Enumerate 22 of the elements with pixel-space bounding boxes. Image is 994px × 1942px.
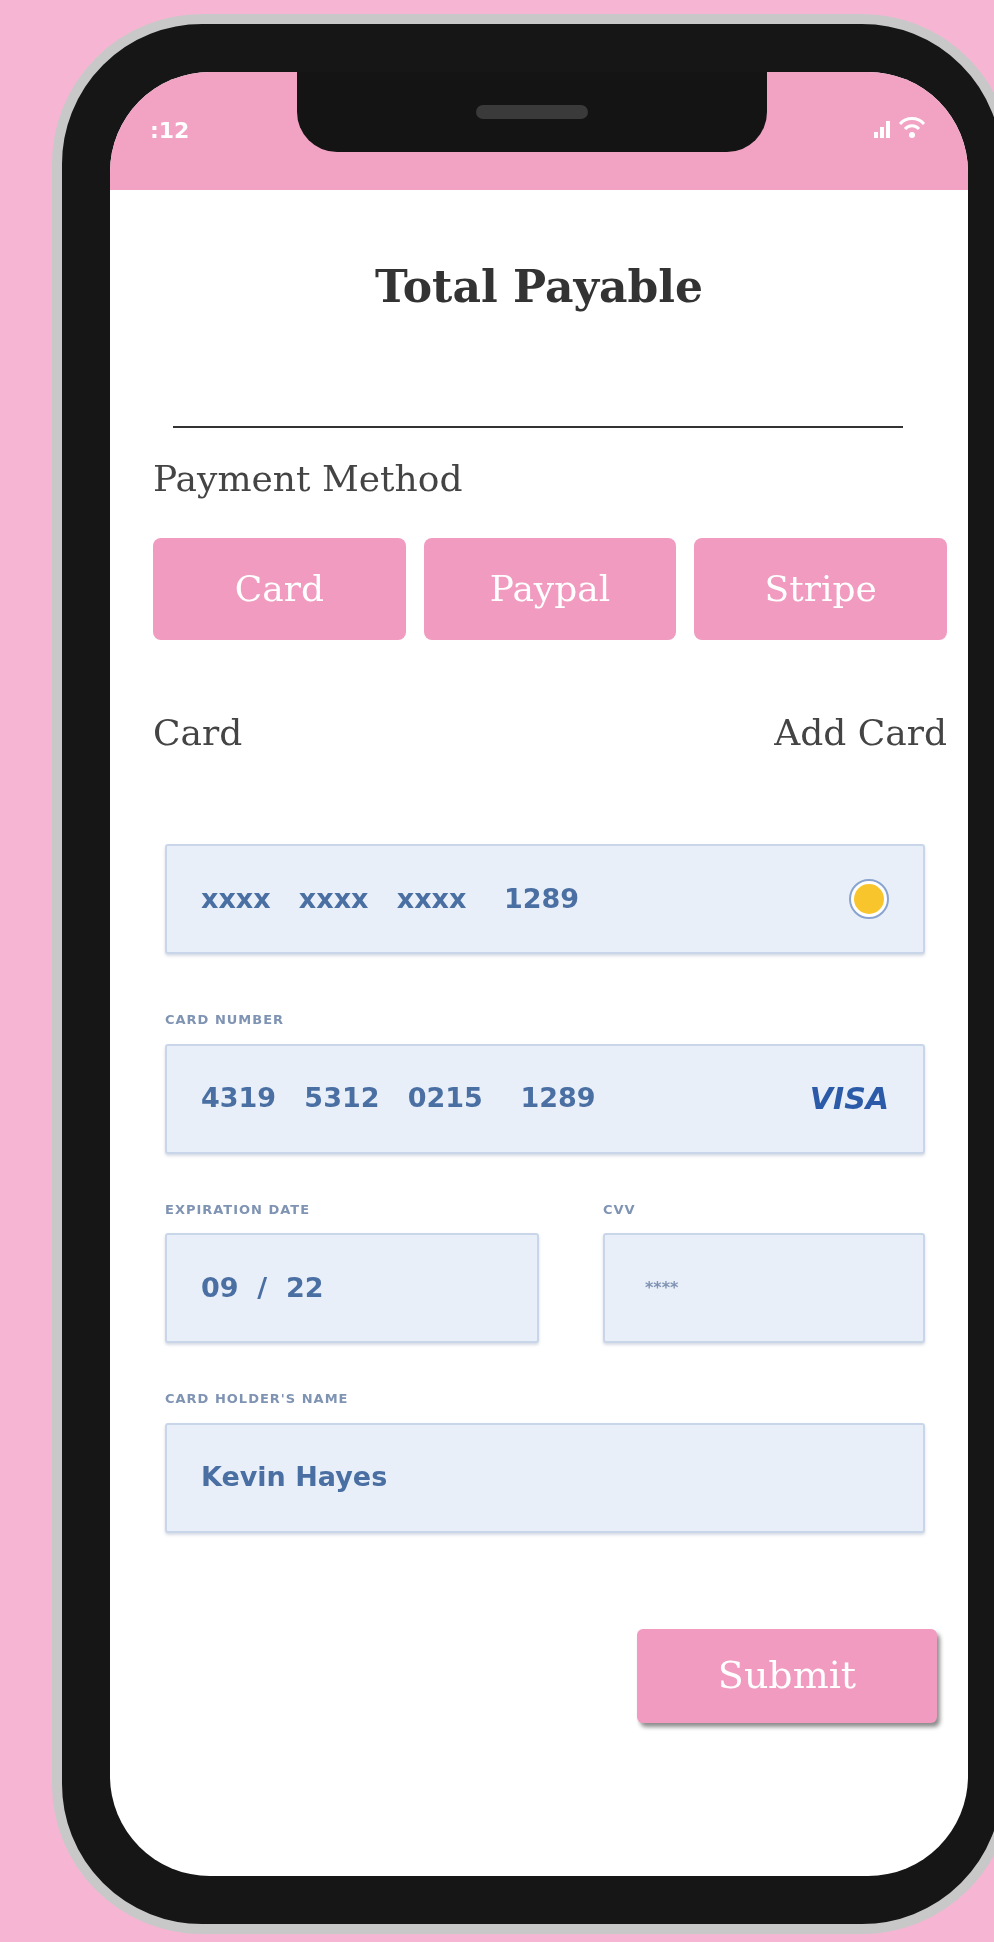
add-card-link[interactable]: Add Card [774, 706, 947, 760]
section-label: Card [153, 711, 243, 755]
field-value: **** [645, 1277, 679, 1299]
saved-card-option[interactable]: xxxx xxxx xxxx 1289 [165, 844, 925, 954]
card-number-field[interactable]: 4319 5312 0215 1289 VISA [165, 1043, 925, 1154]
cvv-field[interactable]: **** [603, 1233, 925, 1343]
field-label: CARD NUMBER [165, 1011, 286, 1029]
field-label: CARD HOLDER'S NAME [165, 1390, 350, 1408]
field-value: 09 / 22 [201, 1270, 324, 1305]
field-value: xxxx xxxx xxxx 1289 [201, 881, 580, 916]
signal-wifi-icon [874, 116, 928, 140]
radio-indicator[interactable] [849, 879, 889, 919]
cardholder-name-field[interactable]: Kevin Hayes [165, 1422, 925, 1533]
card-brand: VISA [809, 1080, 889, 1118]
field-value: Kevin Hayes [201, 1460, 388, 1495]
field-value: 4319 5312 0215 1289 [201, 1081, 596, 1116]
expiration-field[interactable]: 09 / 22 [165, 1233, 539, 1343]
section-label: Payment Method [153, 457, 464, 501]
page-title: Total Payable [374, 260, 704, 314]
status-time: :12 [150, 117, 190, 145]
field-label: EXPIRATION DATE [165, 1200, 312, 1219]
field-label: CVV [603, 1200, 637, 1219]
